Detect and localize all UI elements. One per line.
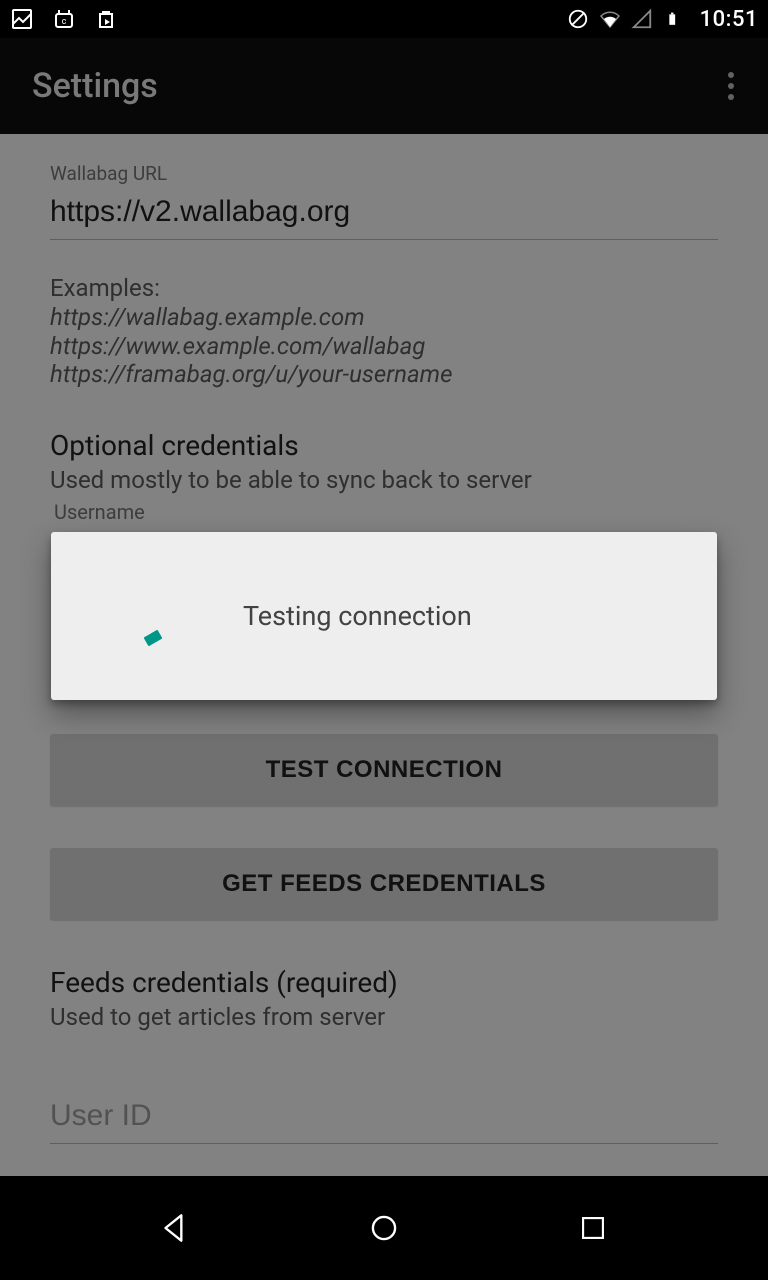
back-button[interactable]: [152, 1205, 198, 1251]
home-button[interactable]: [361, 1205, 407, 1251]
cell-signal-icon: [630, 7, 654, 31]
status-clock: 10:51: [700, 7, 758, 32]
wifi-icon: [598, 7, 622, 31]
status-right-icons: 10:51: [566, 7, 758, 32]
dialog-message: Testing connection: [243, 600, 472, 632]
recent-apps-button[interactable]: [570, 1205, 616, 1251]
no-icon: [566, 7, 590, 31]
robot-icon: c: [52, 7, 76, 31]
progress-dialog: Testing connection: [51, 532, 717, 700]
navigation-bar: [0, 1176, 768, 1280]
play-store-icon: [94, 7, 118, 31]
loading-spinner-icon: [139, 587, 197, 645]
battery-icon: [662, 7, 686, 31]
image-icon: [10, 7, 34, 31]
status-bar: c 10:51: [0, 0, 768, 38]
status-left-icons: c: [10, 7, 118, 31]
svg-text:c: c: [62, 17, 67, 27]
